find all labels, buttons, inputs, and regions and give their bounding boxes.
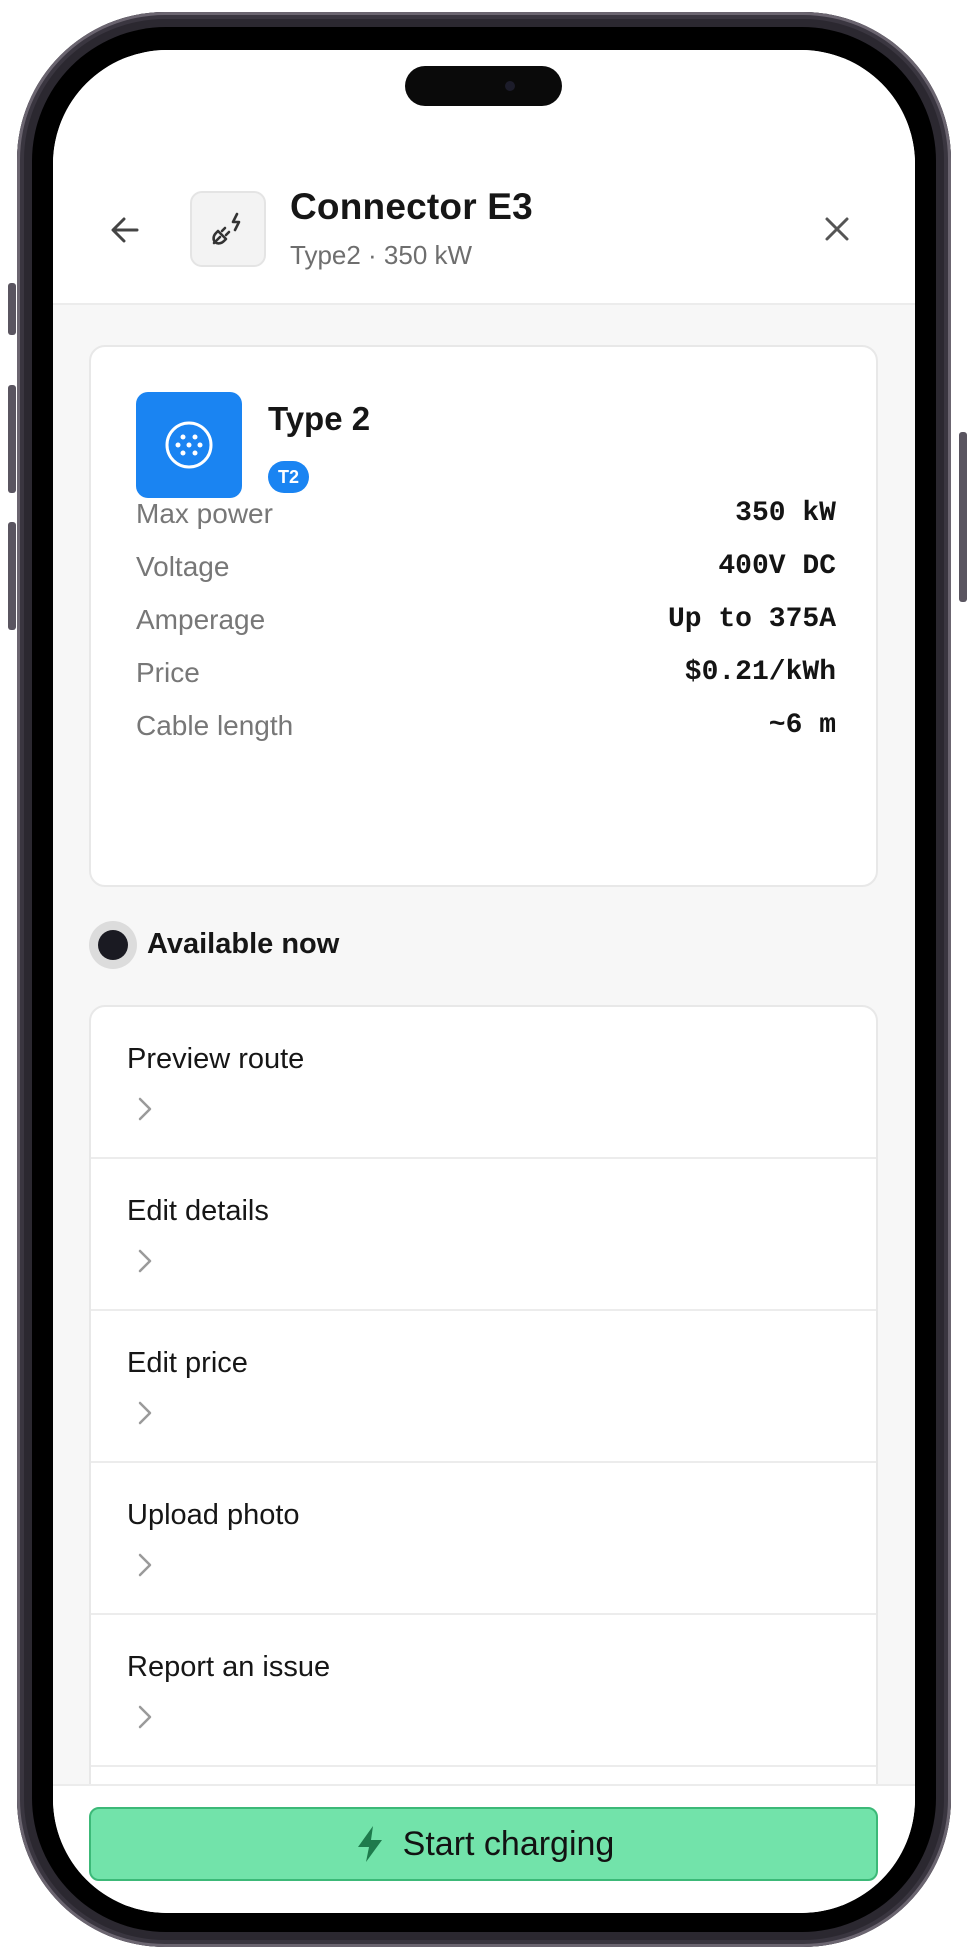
page-subtitle: Type2 · 350 kW: [290, 240, 473, 270]
spec-row-price: Price $0.21/kWh: [136, 657, 836, 697]
connector-avatar: [190, 191, 266, 267]
spec-label: Cable length: [136, 710, 294, 741]
chevron-right-icon: [138, 1401, 152, 1425]
lightning-bolt-icon: [357, 1826, 382, 1862]
spec-row-max-power: Max power 350 kW: [136, 498, 836, 538]
volume-down-button: [8, 522, 16, 630]
chevron-right-icon: [138, 1553, 152, 1577]
action-label: Report an issue: [127, 1651, 331, 1683]
close-button[interactable]: [819, 211, 855, 247]
camera-icon: [505, 81, 515, 91]
spec-label: Max power: [136, 498, 273, 529]
plug-icon: [212, 212, 241, 245]
start-charging-button[interactable]: Start charging: [89, 1807, 878, 1881]
spec-row-voltage: Voltage 400V DC: [136, 551, 836, 591]
connector-type-badge: T2: [268, 461, 310, 493]
chevron-right-icon: [138, 1705, 152, 1729]
spec-row-amperage: Amperage Up to 375A: [136, 604, 836, 644]
spec-value: 350 kW: [735, 498, 836, 529]
chevron-right-icon: [138, 1097, 152, 1121]
close-icon: [825, 217, 849, 241]
action-report-issue[interactable]: Report an issue: [91, 1615, 876, 1767]
app-screen: Connector E3 Type2 · 350 kW Type 2 T2 Ma…: [53, 50, 915, 1913]
connector-type-name: Type 2: [268, 400, 371, 437]
action-label: Edit price: [127, 1347, 248, 1379]
action-edit-details[interactable]: Edit details: [91, 1159, 876, 1311]
action-edit-price[interactable]: Edit price: [91, 1311, 876, 1463]
connector-type-tile: [136, 392, 242, 498]
start-charging-label: Start charging: [402, 1824, 615, 1863]
spec-value: Up to 375A: [667, 604, 836, 635]
action-label: Edit details: [127, 1195, 269, 1227]
status-indicator: [89, 921, 137, 969]
back-button[interactable]: [105, 210, 145, 250]
type2-connector-icon: [165, 421, 213, 469]
volume-up-button: [8, 385, 16, 493]
spec-label: Price: [136, 657, 200, 688]
action-button: [8, 283, 16, 335]
action-upload-photo[interactable]: Upload photo: [91, 1463, 876, 1615]
chevron-right-icon: [138, 1249, 152, 1273]
actions-list: Preview route Edit details Edit price Up…: [89, 1005, 878, 1785]
content-scroll[interactable]: Type 2 T2 Max power 350 kW Voltage 400V …: [53, 305, 915, 1785]
status-text: Available now: [147, 928, 340, 960]
power-button: [959, 432, 967, 602]
arrow-left-icon: [111, 217, 139, 243]
dynamic-island: [405, 66, 562, 106]
action-label: Preview route: [127, 1043, 305, 1075]
status-dot: [98, 930, 128, 960]
spec-value: 400V DC: [718, 551, 836, 582]
spec-label: Amperage: [136, 604, 266, 635]
spec-label: Voltage: [136, 551, 230, 582]
action-label: Upload photo: [127, 1499, 300, 1531]
connector-spec-card: Type 2 T2 Max power 350 kW Voltage 400V …: [89, 345, 878, 887]
spec-row-cable-length: Cable length ~6 m: [136, 710, 836, 750]
action-preview-route[interactable]: Preview route: [91, 1007, 876, 1159]
page-title: Connector E3: [290, 186, 533, 227]
footer-bar: Start charging: [53, 1784, 915, 1913]
spec-value: ~6 m: [768, 710, 836, 741]
spec-value: $0.21/kWh: [684, 657, 836, 688]
